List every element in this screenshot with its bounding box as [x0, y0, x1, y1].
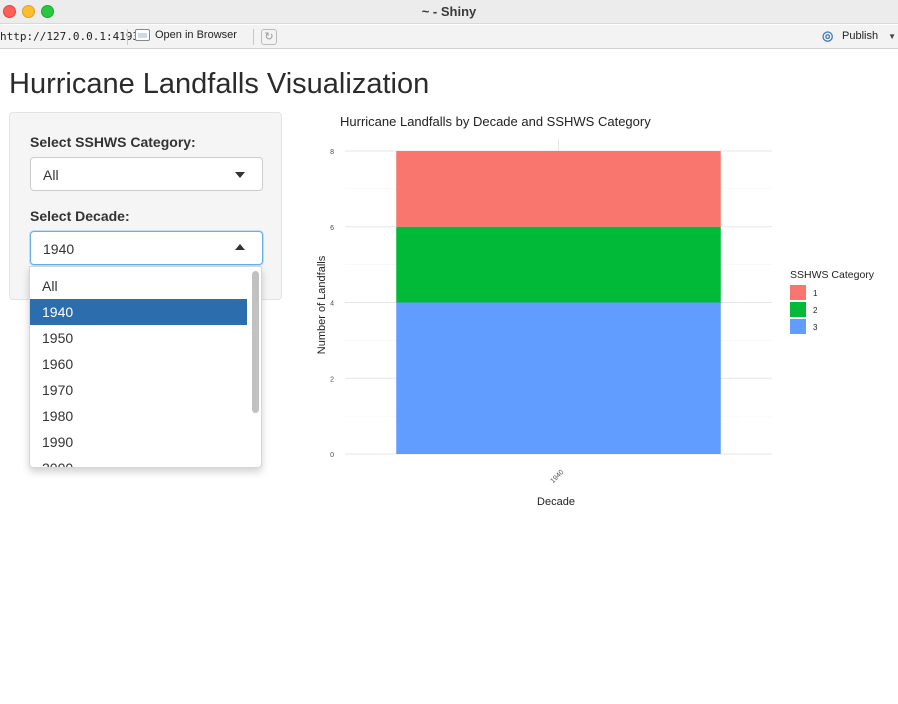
- category-select-label: Select SSHWS Category:: [30, 134, 196, 150]
- dropdown-option[interactable]: 2000: [30, 455, 247, 467]
- category-select-value: All: [43, 167, 59, 183]
- browser-window-icon: [135, 29, 150, 41]
- window-title: ~ - Shiny: [421, 4, 477, 19]
- window-title-bar: ~ - Shiny: [0, 0, 898, 24]
- chevron-down-icon[interactable]: ▼: [888, 32, 896, 41]
- publish-button[interactable]: ◎ Publish ▼: [822, 29, 896, 43]
- y-tick-label: 6: [330, 225, 334, 232]
- legend-swatch-category-1: [790, 285, 806, 300]
- dropdown-option[interactable]: 1980: [30, 403, 247, 429]
- toolbar-divider: [127, 29, 128, 45]
- y-tick-label: 4: [330, 301, 334, 308]
- legend-swatch-category-2: [790, 302, 806, 317]
- publish-label: Publish: [842, 30, 879, 42]
- decade-select[interactable]: 1940: [30, 231, 263, 265]
- legend-swatch-category-3: [790, 319, 806, 334]
- dropdown-option[interactable]: All: [30, 273, 247, 299]
- legend-label: 2: [813, 306, 818, 315]
- decade-select-value: 1940: [43, 241, 75, 257]
- url-display[interactable]: http://127.0.0.1:4193: [0, 30, 139, 43]
- decade-select-label: Select Decade:: [30, 208, 130, 224]
- legend-label: 3: [813, 323, 818, 332]
- viewer-toolbar: http://127.0.0.1:4193 Open in Browser ↻ …: [0, 25, 898, 49]
- dropdown-scrollbar[interactable]: [252, 271, 259, 413]
- open-in-browser-button[interactable]: Open in Browser: [135, 29, 237, 41]
- chevron-up-icon: [235, 244, 245, 250]
- category-select[interactable]: All: [30, 157, 263, 191]
- chart-legend: SSHWS Category 1 2 3: [790, 269, 875, 334]
- page-title: Hurricane Landfalls Visualization: [9, 68, 430, 100]
- x-tick-label: 1940: [549, 469, 565, 485]
- bar-segment-category-1: [396, 151, 721, 227]
- publish-icon: ◎: [822, 28, 834, 43]
- dropdown-option[interactable]: 1960: [30, 351, 247, 377]
- x-axis-label: Decade: [537, 496, 575, 508]
- chart-title: Hurricane Landfalls by Decade and SSHWS …: [340, 114, 651, 129]
- dropdown-option[interactable]: 1970: [30, 377, 247, 403]
- y-tick-label: 8: [330, 149, 334, 156]
- landfalls-chart: Hurricane Landfalls by Decade and SSHWS …: [316, 114, 875, 508]
- legend-label: 1: [813, 289, 818, 298]
- bar-segment-category-3: [396, 302, 721, 454]
- open-in-browser-label: Open in Browser: [155, 29, 237, 41]
- refresh-icon[interactable]: ↻: [261, 29, 277, 45]
- chevron-down-icon: [235, 172, 245, 178]
- plot-area: 0 2 4 6 8 1940: [330, 139, 772, 485]
- dropdown-option-selected[interactable]: 1940: [30, 299, 247, 325]
- y-tick-label: 0: [330, 452, 334, 459]
- y-tick-label: 2: [330, 376, 334, 383]
- dropdown-option[interactable]: 1990: [30, 429, 247, 455]
- legend-title: SSHWS Category: [790, 269, 875, 281]
- toolbar-divider: [253, 29, 254, 45]
- bar-segment-category-2: [396, 226, 721, 303]
- dropdown-option[interactable]: 1950: [30, 325, 247, 351]
- decade-dropdown-menu[interactable]: All 1940 1950 1960 1970 1980 1990 2000: [29, 266, 262, 468]
- y-axis-label: Number of Landfalls: [316, 255, 328, 354]
